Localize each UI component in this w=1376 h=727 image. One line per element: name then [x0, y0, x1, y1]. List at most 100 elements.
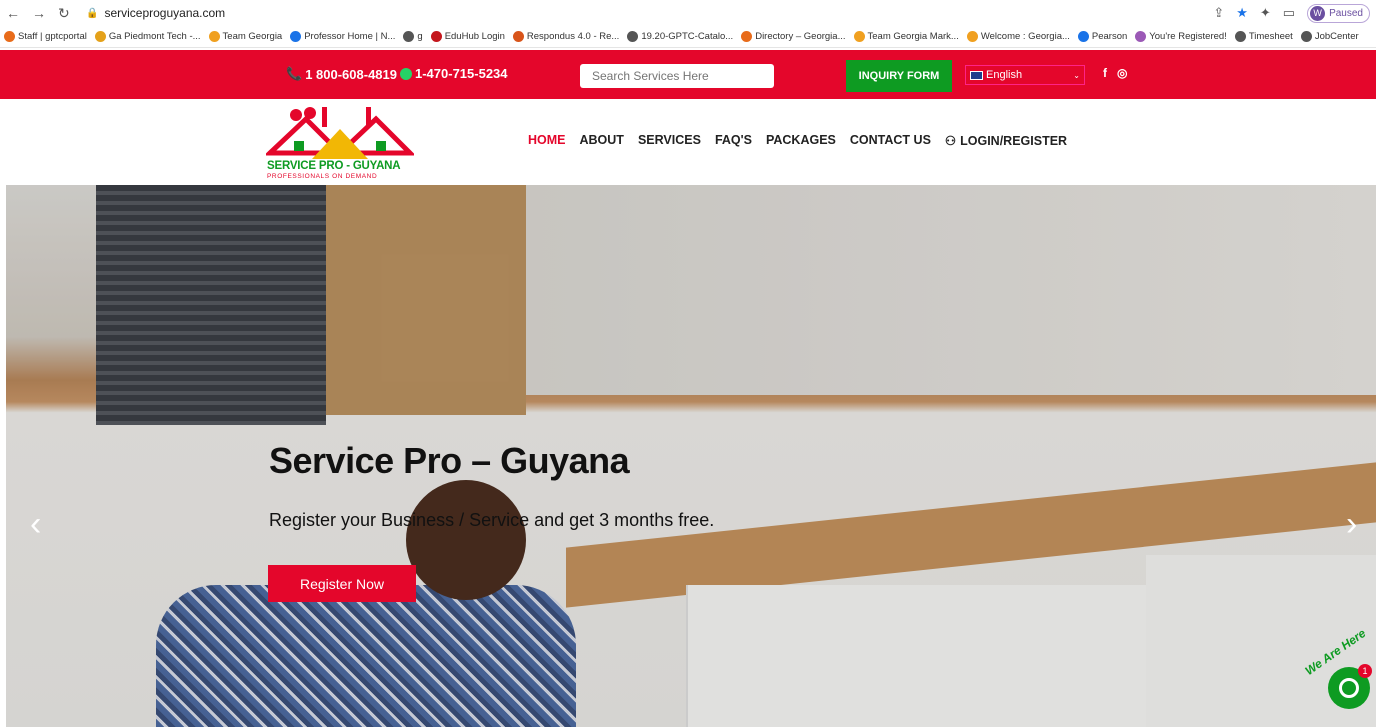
reload-icon[interactable]: ↻ [58, 5, 70, 22]
bookmark-favicon-icon [853, 31, 865, 42]
main-nav: HOME ABOUT SERVICES FAQ'S PACKAGES CONTA… [528, 133, 1067, 148]
phone-1-text: 1 800-608-4819 [305, 66, 397, 82]
sidepanel-icon[interactable]: ▭ [1283, 5, 1295, 21]
bookmark-label: Pearson [1091, 31, 1128, 42]
register-now-button[interactable]: Register Now [268, 565, 416, 602]
slider-next-icon[interactable]: › [1346, 505, 1357, 544]
bookmark-item[interactable]: EduHub Login [430, 31, 505, 42]
bookmark-item[interactable]: Directory – Georgia... [741, 31, 846, 42]
logo-house-icon [263, 107, 417, 159]
browser-nav: ← → ↻ [6, 5, 86, 22]
browser-toolbar: ← → ↻ 🔒 serviceproguyana.com ⇪ ★ ✦ ▭ W P… [0, 0, 1376, 26]
url-text: serviceproguyana.com [104, 6, 226, 20]
bookmark-favicon-icon [1077, 31, 1089, 42]
bookmark-favicon-icon [966, 31, 978, 42]
phone-2-text: 1-470-715-5234 [415, 66, 508, 81]
login-label: LOGIN/REGISTER [960, 133, 1068, 148]
nav-contact[interactable]: CONTACT US [850, 133, 931, 148]
hero-overlay [6, 185, 1376, 727]
back-icon[interactable]: ← [6, 5, 20, 21]
bookmark-item[interactable]: Respondus 4.0 - Re... [512, 31, 620, 42]
chat-badge: 1 [1358, 664, 1372, 678]
site-header: SERVICE PRO - GUYANA PROFESSIONALS ON DE… [0, 99, 1376, 185]
bookmark-item[interactable]: Welcome : Georgia... [966, 31, 1070, 42]
nav-about[interactable]: ABOUT [580, 133, 624, 148]
bookmark-favicon-icon [208, 31, 220, 42]
bookmark-label: EduHub Login [444, 31, 505, 42]
bookmark-label: Welcome : Georgia... [980, 31, 1070, 42]
inquiry-form-button[interactable]: INQUIRY FORM [846, 60, 952, 92]
bookmark-favicon-icon [1135, 31, 1147, 42]
lock-icon: 🔒 [86, 7, 99, 19]
bookmark-favicon-icon [512, 31, 524, 42]
bookmark-item[interactable]: Pearson [1077, 31, 1128, 42]
bookmark-favicon-icon [403, 31, 415, 42]
bookmark-favicon-icon [1300, 31, 1312, 42]
bookmark-favicon-icon [627, 31, 639, 42]
chat-widget-button[interactable]: 1 [1328, 664, 1372, 709]
share-icon[interactable]: ⇪ [1213, 5, 1224, 21]
logo-tagline: PROFESSIONALS ON DEMAND [267, 173, 378, 180]
hero-slider: Service Pro – Guyana Register your Busin… [6, 185, 1376, 727]
extensions-icon[interactable]: ✦ [1260, 5, 1271, 21]
logo-name: SERVICE PRO - GUYANA [267, 160, 401, 172]
bookmark-item[interactable]: Team Georgia Mark... [853, 31, 959, 42]
bookmark-label: Respondus 4.0 - Re... [526, 31, 620, 42]
nav-home[interactable]: HOME [528, 133, 566, 148]
language-select[interactable]: English ⌄ [965, 65, 1085, 85]
profile-button[interactable]: W Paused [1307, 3, 1370, 23]
bookmark-label: 19.20-GPTC-Catalo... [641, 31, 734, 42]
nav-packages[interactable]: PACKAGES [766, 133, 836, 148]
bookmark-favicon-icon [4, 31, 15, 42]
instagram-icon[interactable]: ◎ [1117, 66, 1127, 80]
address-bar[interactable]: 🔒 serviceproguyana.com [86, 6, 1213, 20]
star-icon[interactable]: ★ [1236, 5, 1248, 21]
whatsapp-icon [400, 67, 412, 80]
bookmarks-bar: Staff | gptcportal Ga Piedmont Tech -... T… [0, 26, 1376, 48]
language-value: English [986, 69, 1023, 81]
forward-icon[interactable]: → [32, 5, 46, 21]
bookmark-item[interactable]: 19.20-GPTC-Catalo... [627, 31, 733, 42]
bookmark-item[interactable]: g [403, 31, 423, 42]
social-links: f ◎ [1103, 66, 1127, 80]
top-contact-bar: 📞 1 800-608-4819 1-470-715-5234 INQUIRY … [0, 50, 1376, 99]
bookmark-item[interactable]: Team Georgia [208, 31, 282, 42]
nav-login-register[interactable]: ⚇ LOGIN/REGISTER [944, 133, 1068, 149]
nav-faqs[interactable]: FAQ'S [715, 133, 752, 148]
bookmark-item[interactable]: Staff | gptcportal [4, 31, 87, 42]
bookmark-label: You're Registered! [1149, 31, 1227, 42]
profile-avatar: W [1310, 5, 1326, 21]
whatsapp-link[interactable]: 1-470-715-5234 [400, 66, 508, 81]
bookmark-label: Staff | gptcportal [18, 31, 87, 42]
bookmark-favicon-icon [741, 31, 753, 42]
chevron-down-icon: ⌄ [1073, 70, 1080, 80]
bookmark-item[interactable]: Professor Home | N... [290, 31, 395, 42]
bookmark-label: Timesheet [1248, 31, 1293, 42]
search-services-input[interactable] [580, 64, 774, 88]
phone-link-1[interactable]: 📞 1 800-608-4819 [286, 66, 397, 82]
bookmark-item[interactable]: Timesheet [1234, 31, 1293, 42]
uk-flag-icon [970, 70, 983, 80]
user-icon: ⚇ [944, 134, 957, 148]
nav-services[interactable]: SERVICES [638, 133, 701, 148]
bookmark-favicon-icon [1234, 31, 1246, 42]
bookmark-favicon-icon [290, 31, 302, 42]
browser-actions: ⇪ ★ ✦ ▭ W Paused [1213, 3, 1370, 23]
facebook-icon[interactable]: f [1103, 66, 1107, 80]
slider-prev-icon[interactable]: ‹ [30, 505, 41, 544]
bookmark-item[interactable]: JobCenter [1300, 31, 1359, 42]
bookmark-favicon-icon [430, 31, 442, 42]
bookmark-label: JobCenter [1314, 31, 1359, 42]
bookmark-label: g [417, 31, 423, 42]
hero-title: Service Pro – Guyana [269, 440, 630, 481]
bookmark-item[interactable]: Ga Piedmont Tech -... [94, 31, 201, 42]
bookmark-label: Ga Piedmont Tech -... [108, 31, 201, 42]
bookmark-favicon-icon [94, 31, 106, 42]
site-logo[interactable]: SERVICE PRO - GUYANA PROFESSIONALS ON DE… [263, 103, 417, 183]
bookmark-label: Directory – Georgia... [755, 31, 846, 42]
chat-bubble-icon [1339, 678, 1359, 698]
profile-status: Paused [1329, 7, 1363, 19]
phone-icon: 📞 [286, 66, 303, 81]
bookmark-item[interactable]: You're Registered! [1135, 31, 1227, 42]
bookmark-label: Team Georgia Mark... [867, 31, 959, 42]
